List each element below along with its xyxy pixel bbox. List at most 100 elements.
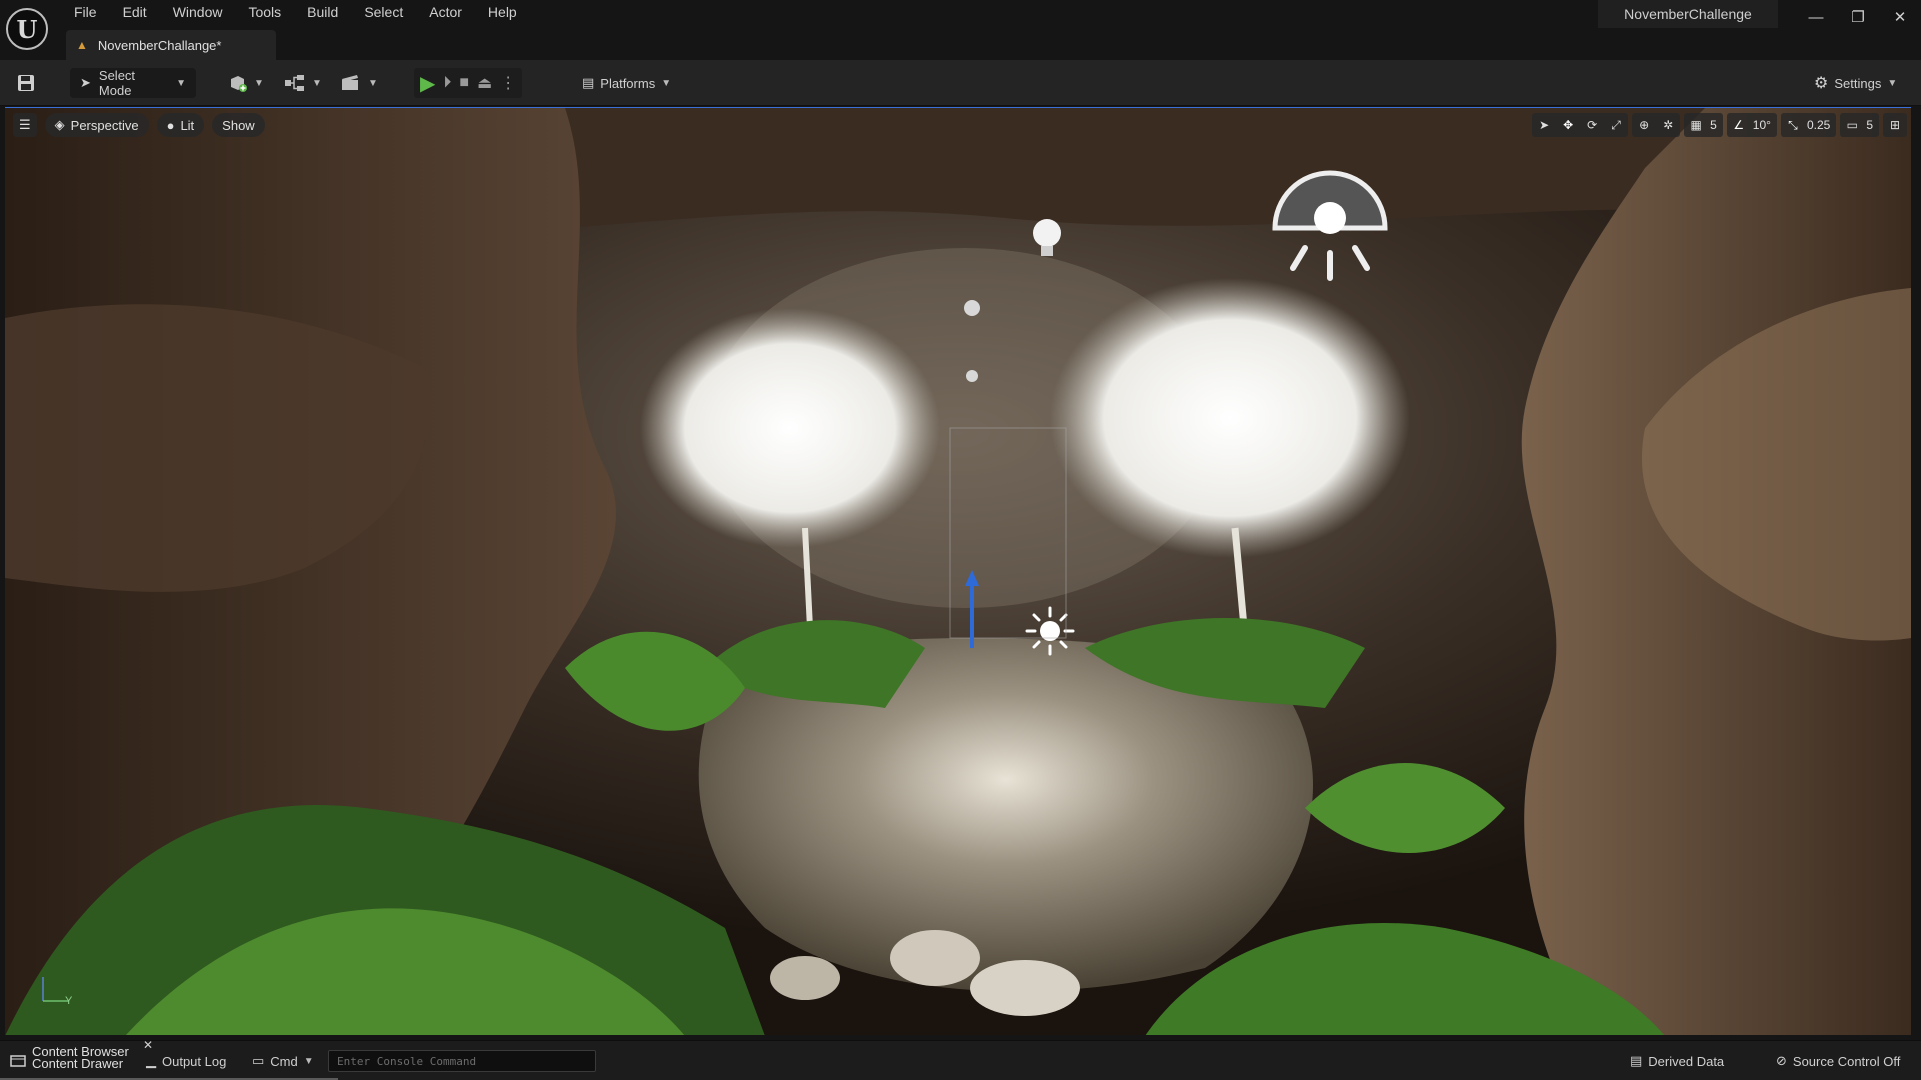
viewport-options-button[interactable]: ☰ [13,113,37,137]
angle-icon: ∠ [1733,118,1745,132]
step-forward-icon[interactable]: ⏵ [443,74,451,92]
select-mode-dropdown[interactable]: ➤ Select Mode ▼ [70,68,196,98]
coordinate-tools: ⊕ ✲ [1632,113,1681,137]
gear-icon: ⚙ [1814,75,1829,92]
source-control-button[interactable]: ⊘ Source Control Off [1776,1041,1900,1080]
camera-speed-value: 5 [1866,118,1873,132]
menu-edit[interactable]: Edit [111,0,161,26]
world-space-icon[interactable]: ⊕ [1632,113,1656,137]
rotate-tool-icon[interactable]: ⟳ [1580,113,1604,137]
close-icon[interactable]: ✕ [1879,0,1921,34]
hamburger-icon: ☰ [19,117,31,132]
cube-icon: ◈ [54,117,65,132]
cave-scene-render [5,108,1911,1035]
output-log-label: Output Log [162,1053,227,1069]
menu-file[interactable]: File [62,0,111,26]
settings-dropdown[interactable]: ⚙ Settings ▼ [1814,68,1897,98]
menu-help[interactable]: Help [476,0,531,26]
play-icon[interactable]: ▶ [420,71,435,96]
viewport-left-controls: ☰ ◈ Perspective ● Lit Show [13,113,265,137]
cmd-dropdown[interactable]: ▭ Cmd ▼ [252,1041,314,1080]
eject-icon[interactable]: ⏏ [477,73,492,93]
content-drawer-label: Content Drawer [32,1056,124,1071]
chevron-down-icon: ▼ [254,77,264,89]
viewport-layout-icon[interactable]: ⊞ [1883,113,1907,137]
perspective-label: Perspective [70,117,139,133]
platforms-label: Platforms [600,75,656,91]
add-content-button[interactable]: ▼ [228,68,264,98]
status-bar: Content Browser Content Drawer ✕ ▁ Outpu… [0,1038,1921,1080]
restore-icon[interactable]: ❐ [1837,0,1879,34]
content-drawer-button[interactable]: Content Browser Content Drawer [32,1045,129,1071]
project-name: NovemberChallenge [1598,0,1778,28]
chevron-down-icon: ▼ [312,77,322,89]
content-drawer-icon [10,1041,26,1080]
level-document-tab[interactable]: ▲ NovemberChallange* [66,30,276,60]
save-icon[interactable] [16,68,36,98]
menu-bar: File Edit Window Tools Build Select Acto… [62,0,531,26]
scale-snap-control[interactable]: ⤡ 0.25 [1780,113,1837,137]
scale-snap-icon: ⤡ [1788,117,1798,132]
scale-tool-icon[interactable]: ⤢ [1604,113,1628,137]
title-bar: U File Edit Window Tools Build Select Ac… [0,0,1921,60]
level-icon: ▲ [76,38,88,52]
source-control-label: Source Control Off [1792,1053,1901,1069]
viewport-right-controls: ➤ ✥ ⟳ ⤢ ⊕ ✲ ▦ 5 ∠ 10° ⤡ 0.25 ▭ 5 ⊞ [1532,113,1907,137]
level-tab-label: NovemberChallange* [97,37,222,53]
axis-indicator: Y [35,969,75,1009]
play-controls: ▶ ⏵ ■ ⏏ ⋮ [414,68,523,98]
camera-icon: ▭ [1846,118,1858,132]
rotation-snap-value: 10° [1752,118,1771,132]
rotation-snap-control[interactable]: ∠ 10° [1726,113,1777,137]
derived-data-label: Derived Data [1648,1053,1725,1069]
surface-snap-icon[interactable]: ✲ [1656,113,1680,137]
stop-icon[interactable]: ■ [459,74,469,92]
lit-button[interactable]: ● Lit [156,113,205,137]
output-log-button[interactable]: ▁ Output Log [146,1041,226,1080]
console-command-input[interactable] [328,1050,596,1072]
unreal-logo-icon[interactable]: U [6,8,48,50]
blueprint-button[interactable]: ▼ [284,68,322,98]
translate-tool-icon[interactable]: ✥ [1556,113,1580,137]
select-arrow-icon: ➤ [80,75,91,90]
cinematics-button[interactable]: ▼ [340,68,378,98]
chevron-down-icon: ▼ [303,1055,314,1067]
select-tool-icon[interactable]: ➤ [1532,113,1556,137]
level-viewport[interactable]: ☰ ◈ Perspective ● Lit Show ➤ ✥ ⟳ ⤢ ⊕ ✲ ▦… [5,107,1911,1035]
axis-y-label: Y [65,995,73,1007]
menu-window[interactable]: Window [161,0,237,26]
menu-actor[interactable]: Actor [417,0,476,26]
source-control-off-icon: ⊘ [1776,1053,1787,1068]
chevron-down-icon: ▼ [661,77,672,89]
show-label: Show [222,117,255,133]
menu-select[interactable]: Select [352,0,417,26]
window-controls: — ❐ ✕ [1795,0,1921,34]
chevron-down-icon: ▼ [176,77,186,89]
chevron-down-icon: ▼ [1887,77,1898,89]
grid-snap-value: 5 [1710,118,1717,132]
main-toolbar: ➤ Select Mode ▼ ▼ ▼ ▼ ▶ ⏵ ■ ⏏ ⋮ ▤ Platfo… [0,60,1921,106]
camera-speed-control[interactable]: ▭ 5 [1840,113,1879,137]
more-options-icon[interactable]: ⋮ [500,73,516,93]
sphere-icon: ● [166,117,175,133]
menu-tools[interactable]: Tools [236,0,295,26]
menu-build[interactable]: Build [295,0,352,26]
perspective-button[interactable]: ◈ Perspective [44,113,149,137]
database-icon: ▤ [1630,1053,1643,1068]
scale-snap-value: 0.25 [1806,118,1831,132]
settings-label: Settings [1834,75,1882,91]
grid-icon: ▦ [1690,118,1702,132]
cmd-label: Cmd [270,1053,298,1069]
platforms-icon: ▤ [582,75,595,90]
minimize-icon[interactable]: — [1795,0,1837,34]
show-button[interactable]: Show [212,113,265,137]
log-icon: ▁ [146,1053,156,1068]
grid-snap-control[interactable]: ▦ 5 [1684,113,1723,137]
platforms-dropdown[interactable]: ▤ Platforms ▼ [582,68,671,98]
lit-label: Lit [180,117,195,133]
chevron-down-icon: ▼ [368,77,378,89]
select-mode-label: Select Mode [98,68,136,98]
terminal-icon: ▭ [252,1053,265,1068]
derived-data-button[interactable]: ▤ Derived Data [1630,1041,1724,1080]
transform-tools: ➤ ✥ ⟳ ⤢ [1532,113,1629,137]
